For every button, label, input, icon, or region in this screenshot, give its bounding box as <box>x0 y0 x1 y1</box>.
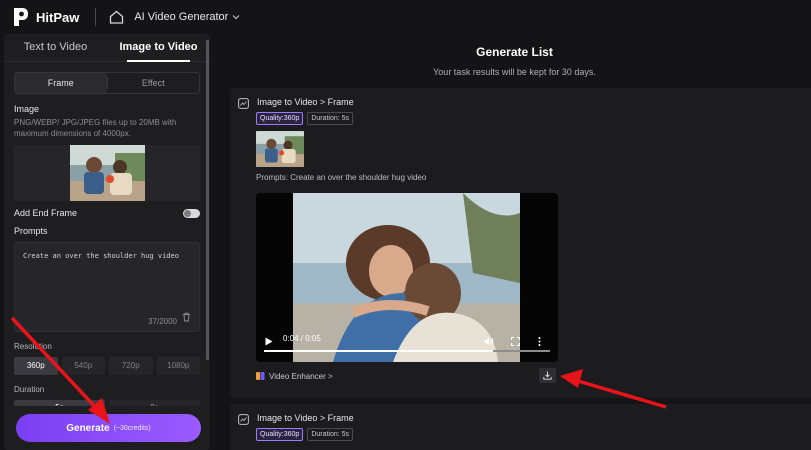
tool-title[interactable]: AI Video Generator <box>134 11 228 23</box>
task-card: Image to Video > Frame Quality:360p Dura… <box>230 88 811 398</box>
hitpaw-logo-icon <box>12 7 30 27</box>
image-to-video-icon <box>238 96 249 109</box>
chevron-down-icon[interactable] <box>232 12 240 22</box>
home-icon[interactable] <box>108 9 124 25</box>
generate-credits: (~30credits) <box>113 424 151 432</box>
task-card: Image to Video > Frame Quality:360p Dura… <box>230 404 811 450</box>
end-frame-row: Add End Frame <box>14 208 200 218</box>
quality-badge: Quality:360p <box>256 112 304 125</box>
image-hint: PNG/WEBP/ JPG/JPEG files up to 20MB with… <box>14 118 177 138</box>
video-player[interactable]: 0:04 / 0:05 <box>256 193 558 362</box>
task-source-thumbnail[interactable] <box>256 131 304 167</box>
end-frame-label: Add End Frame <box>14 208 78 218</box>
fullscreen-icon[interactable] <box>510 333 521 351</box>
volume-icon[interactable] <box>484 333 494 351</box>
prompts-label: Prompts <box>14 226 48 236</box>
top-divider <box>95 8 97 26</box>
subtab-effect[interactable]: Effect <box>108 73 200 93</box>
download-icon <box>543 367 552 385</box>
settings-panel: Text to Video Image to Video Frame Effec… <box>4 34 210 450</box>
top-bar: HitPaw AI Video Generator <box>0 0 811 34</box>
app: HitPaw AI Video Generator Text to Video … <box>0 0 811 450</box>
duration-badge: Duration: 5s <box>307 428 354 441</box>
prompt-input[interactable]: Create an over the shoulder hug video 37… <box>14 242 200 332</box>
generate-list-area: Generate List Your task results will be … <box>218 34 811 450</box>
task-title: Image to Video > Frame <box>257 412 354 423</box>
resolution-540p[interactable]: 540p <box>61 357 105 375</box>
video-progress-bar[interactable] <box>264 350 550 352</box>
quality-badge: Quality:360p <box>256 428 304 441</box>
end-frame-toggle[interactable] <box>183 208 200 218</box>
prompt-text: Create an over the shoulder hug video <box>23 252 179 260</box>
task-tags: Quality:360p Duration: 5s <box>256 112 811 125</box>
more-options-icon[interactable] <box>538 333 541 351</box>
tab-image-to-video[interactable]: Image to Video <box>107 34 210 62</box>
image-upload-area[interactable] <box>14 145 200 201</box>
brand-logo[interactable]: HitPaw <box>12 7 79 27</box>
tab-text-to-video[interactable]: Text to Video <box>4 34 107 61</box>
resolution-label: Resolution <box>14 342 52 351</box>
video-enhancer-label: Video Enhancer > <box>269 371 333 381</box>
generate-list-title: Generate List <box>476 45 553 59</box>
uploaded-image <box>69 145 145 201</box>
video-enhancer-link[interactable]: Video Enhancer > <box>256 371 333 381</box>
subtab-frame[interactable]: Frame <box>15 73 107 93</box>
image-label: Image <box>14 104 40 114</box>
video-controls: 0:04 / 0:05 <box>256 328 558 362</box>
sub-tabs: Frame Effect <box>14 72 200 94</box>
brand-name: HitPaw <box>36 9 80 25</box>
duration-badge: Duration: 5s <box>307 112 354 125</box>
resolution-options: 360p 540p 720p 1080p <box>14 357 200 375</box>
task-tags: Quality:360p Duration: 5s <box>256 428 811 441</box>
panel-scrollbar[interactable] <box>206 40 209 360</box>
task-prompt: Prompts: Create an over the shoulder hug… <box>256 173 427 182</box>
trash-icon[interactable] <box>182 309 191 327</box>
duration-label: Duration <box>14 385 45 394</box>
resolution-360p[interactable]: 360p <box>14 357 58 375</box>
video-progress-fill <box>264 350 493 352</box>
generate-label: Generate <box>66 422 110 434</box>
image-to-video-icon <box>238 412 249 425</box>
play-icon[interactable] <box>265 333 273 351</box>
resolution-1080p[interactable]: 1080p <box>156 357 200 375</box>
prompt-char-count: 37/2000 <box>148 317 177 326</box>
generate-area: Generate (~30credits) <box>4 406 210 450</box>
video-enhancer-icon <box>256 371 265 381</box>
mode-tabs: Text to Video Image to Video <box>4 34 210 62</box>
generate-button[interactable]: Generate (~30credits) <box>16 414 201 442</box>
task-header: Image to Video > Frame <box>230 88 811 109</box>
task-header: Image to Video > Frame <box>230 404 811 425</box>
task-title: Image to Video > Frame <box>257 96 354 107</box>
resolution-720p[interactable]: 720p <box>109 357 153 375</box>
download-button[interactable] <box>539 368 556 383</box>
generate-list-subtitle: Your task results will be kept for 30 da… <box>433 67 596 77</box>
video-time: 0:04 / 0:05 <box>283 334 321 343</box>
